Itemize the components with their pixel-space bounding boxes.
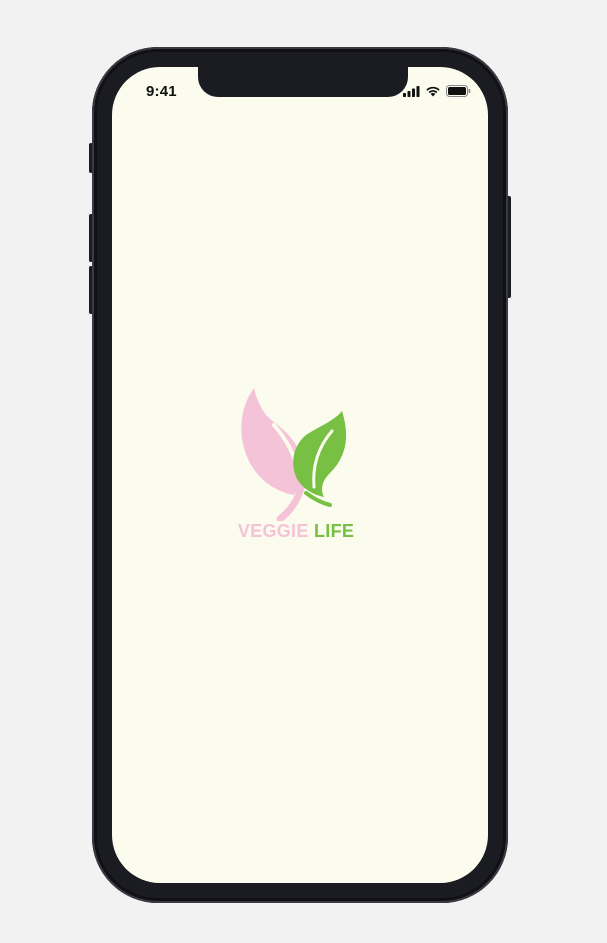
cellular-signal-icon: [403, 85, 420, 97]
leaf-logo-icon: [241, 388, 347, 523]
status-time: 9:41: [146, 83, 177, 100]
wifi-icon: [426, 86, 440, 97]
brand-word-veggie: VEGGIE: [237, 521, 309, 541]
pink-leaf: [241, 388, 303, 495]
app-screen: 9:41 VEGGIE LIFE: [112, 67, 488, 883]
phone-frame: 9:41 VEGGIE LIFE: [92, 47, 508, 903]
battery-icon: [446, 85, 471, 97]
brand-word-life: LIFE: [313, 521, 355, 541]
notch: [198, 67, 408, 97]
brand-name: VEGGIE LIFE: [236, 521, 356, 542]
veggie-life-logo: VEGGIE LIFE: [236, 385, 356, 545]
status-icons: [403, 84, 471, 98]
